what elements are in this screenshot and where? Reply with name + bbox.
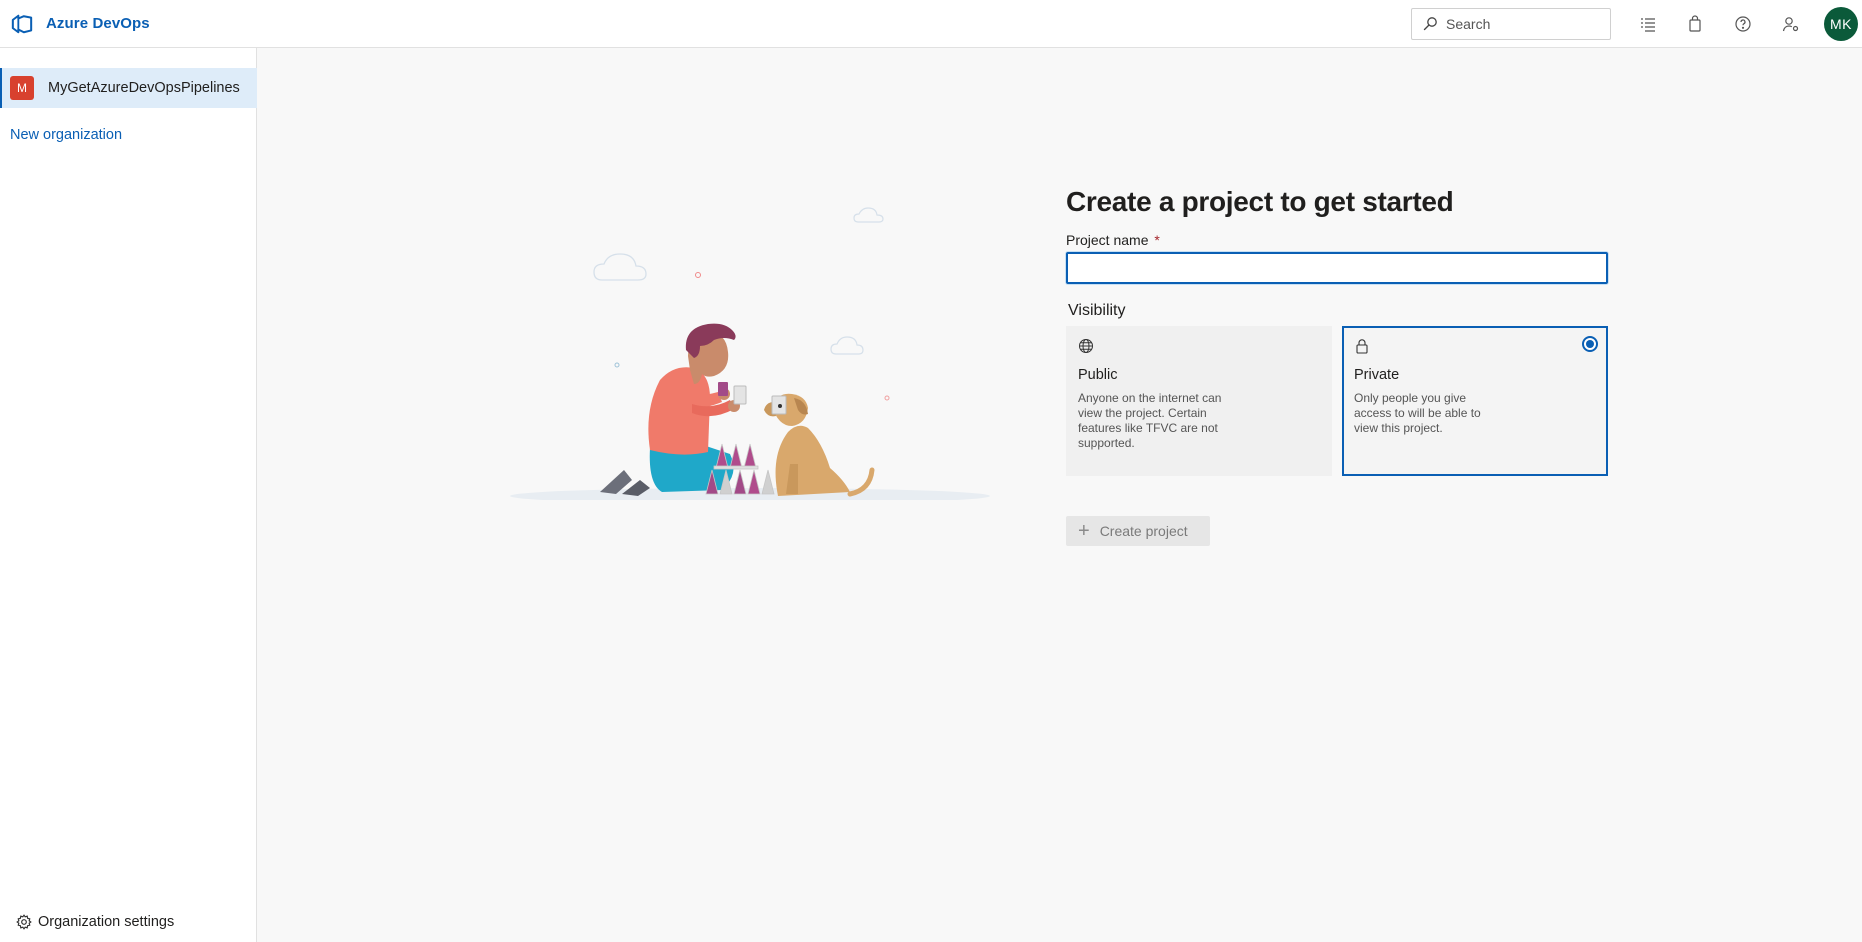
public-description: Anyone on the internet can view the proj… <box>1078 391 1222 450</box>
plus-icon: + <box>1078 520 1090 542</box>
help-icon[interactable] <box>1731 12 1755 36</box>
visibility-options: Public Anyone on the internet can view t… <box>1066 326 1608 476</box>
search-input[interactable] <box>1446 16 1606 32</box>
page-title: Create a project to get started <box>1066 186 1454 217</box>
brand[interactable]: Azure DevOps <box>10 0 150 48</box>
top-header: Azure DevOps MK <box>0 0 1862 48</box>
create-project-form: Create a project to get started Project … <box>1066 186 1608 546</box>
private-description: Only people you give access to will be a… <box>1354 391 1481 435</box>
project-name-label-text: Project name <box>1066 232 1149 248</box>
shopping-bag-icon[interactable] <box>1683 12 1707 36</box>
user-avatar[interactable]: MK <box>1824 7 1858 41</box>
list-icon[interactable] <box>1636 12 1660 36</box>
globe-icon <box>1078 339 1094 358</box>
organization-settings-button[interactable]: Organization settings <box>10 914 174 930</box>
user-settings-icon[interactable] <box>1779 12 1803 36</box>
org-name: MyGetAzureDevOpsPipelines <box>48 80 240 96</box>
brand-name: Azure DevOps <box>46 15 150 32</box>
new-organization-link[interactable]: New organization <box>10 127 122 143</box>
search-icon <box>1422 16 1438 32</box>
hero-illustration <box>510 200 990 504</box>
create-project-button[interactable]: + Create project <box>1066 516 1210 546</box>
public-title: Public <box>1078 367 1118 383</box>
visibility-option-public[interactable]: Public Anyone on the internet can view t… <box>1066 326 1332 476</box>
org-badge: M <box>10 76 34 100</box>
project-name-input[interactable] <box>1066 252 1608 284</box>
gear-icon <box>16 914 32 930</box>
sidebar: M MyGetAzureDevOpsPipelines New organiza… <box>0 48 257 942</box>
lock-icon <box>1354 339 1370 358</box>
project-name-label: Project name * <box>1066 232 1608 248</box>
organization-settings-label: Organization settings <box>38 914 175 930</box>
sidebar-item-organization[interactable]: M MyGetAzureDevOpsPipelines <box>0 68 257 108</box>
visibility-option-private[interactable]: Private Only people you give access to w… <box>1342 326 1608 476</box>
private-title: Private <box>1354 367 1400 383</box>
create-project-label: Create project <box>1099 523 1188 539</box>
private-radio-selected[interactable] <box>1582 336 1598 352</box>
visibility-label: Visibility <box>1068 302 1126 319</box>
azure-devops-logo-icon <box>10 12 34 36</box>
search-box[interactable] <box>1411 8 1611 40</box>
required-marker: * <box>1154 232 1160 248</box>
